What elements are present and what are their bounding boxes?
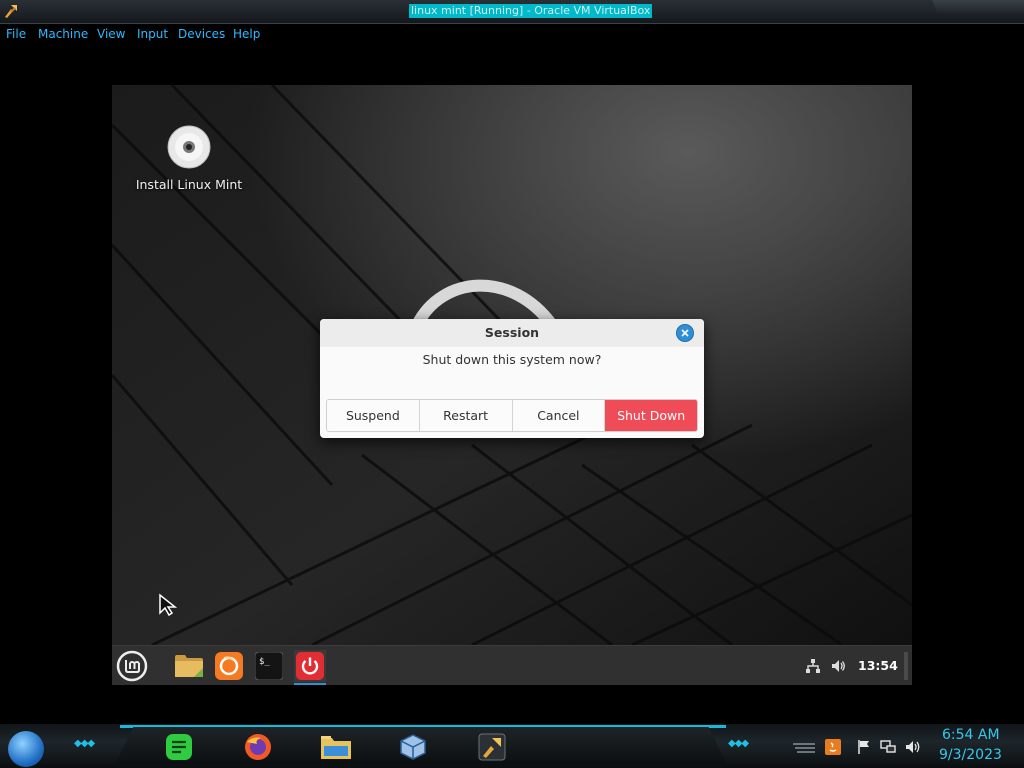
dialog-header: Session [320, 319, 704, 347]
dialog-message: Shut down this system now? [422, 352, 602, 367]
network-icon [880, 740, 896, 753]
panel-grip [904, 652, 908, 680]
shut-down-button[interactable]: Shut Down [605, 400, 697, 431]
host-systray-java[interactable] [825, 738, 841, 756]
close-icon [681, 329, 689, 337]
vbox-menubar: File Machine View Input Devices Help [0, 24, 1024, 45]
menu-file[interactable]: File [6, 27, 26, 41]
terminal-icon: $_ [255, 652, 283, 680]
install-linux-mint-shortcut[interactable]: Install Linux Mint [134, 125, 244, 192]
host-systray-arrows[interactable] [791, 738, 817, 756]
active-window-indicator [294, 683, 326, 685]
volume-icon [906, 741, 920, 753]
start-orb-button[interactable] [8, 731, 44, 767]
dialog-title: Session [484, 325, 540, 340]
session-dialog: Session Shut down this system now? Suspe… [320, 319, 704, 438]
cancel-button[interactable]: Cancel [512, 400, 606, 431]
firefox-icon [245, 734, 271, 760]
host-titlebar: linux mint [Running] - Oracle VM Virtual… [0, 0, 1024, 24]
action-center-flag-icon [858, 740, 869, 754]
taskbar-notes-app[interactable] [162, 731, 196, 763]
window-controls[interactable] [932, 0, 1024, 14]
tray-arrows-icon [793, 743, 815, 753]
window-title: linux mint [Running] - Oracle VM Virtual… [409, 4, 653, 18]
virtualbox-icon [400, 734, 426, 760]
panel-clock[interactable]: 13:54 [858, 658, 898, 673]
svg-text:$_: $_ [259, 657, 270, 667]
menu-machine[interactable]: Machine [38, 27, 88, 41]
desktop-icon-label: Install Linux Mint [135, 177, 243, 192]
suspend-button[interactable]: Suspend [327, 400, 420, 431]
sticky-notes-icon [166, 734, 192, 760]
network-icon [806, 659, 820, 673]
virtualbox-app-icon[interactable] [3, 3, 19, 19]
mouse-cursor-icon [159, 593, 178, 617]
chevron-decor-icon: ◆◆◆ [74, 738, 95, 749]
menu-view[interactable]: View [97, 27, 125, 41]
host-systray-flag[interactable] [856, 738, 872, 756]
taskbar-file-explorer[interactable] [319, 731, 353, 763]
host-clock-date[interactable]: 9/3/2023 [939, 747, 1002, 763]
host-systray-network[interactable] [880, 738, 896, 756]
vm-running-icon [478, 733, 506, 761]
files-launcher[interactable] [173, 650, 205, 682]
menu-input[interactable]: Input [137, 27, 168, 41]
java-icon [825, 739, 841, 755]
disc-icon [167, 125, 211, 169]
power-icon [296, 652, 324, 680]
dialog-close-button[interactable] [676, 324, 694, 342]
taskbar-firefox[interactable] [241, 731, 275, 763]
firefox-launcher[interactable] [213, 650, 245, 682]
folder-icon [321, 736, 351, 759]
chevron-decor-icon: ◆◆◆ [728, 738, 749, 749]
mint-menu-button[interactable] [116, 650, 148, 682]
volume-tray[interactable] [830, 646, 846, 685]
taskbar-running-vm[interactable] [475, 731, 509, 763]
firefox-icon [215, 652, 243, 680]
dialog-button-row: Suspend Restart Cancel Shut Down [326, 399, 698, 432]
host-clock-time[interactable]: 6:54 AM [942, 727, 1000, 743]
menu-devices[interactable]: Devices [178, 27, 225, 41]
volume-icon [832, 660, 845, 672]
mint-menu-icon [116, 650, 148, 682]
mint-panel: $_ 13:54 [112, 645, 912, 685]
power-launcher[interactable] [294, 650, 326, 682]
guest-screen[interactable]: Install Linux Mint Session Shut down thi… [112, 85, 912, 685]
terminal-launcher[interactable]: $_ [253, 650, 285, 682]
restart-button[interactable]: Restart [419, 400, 513, 431]
host-systray-volume[interactable] [904, 738, 922, 756]
network-tray[interactable] [805, 646, 821, 685]
files-icon [175, 655, 203, 677]
taskbar-virtualbox[interactable] [396, 731, 430, 763]
menu-help[interactable]: Help [233, 27, 260, 41]
